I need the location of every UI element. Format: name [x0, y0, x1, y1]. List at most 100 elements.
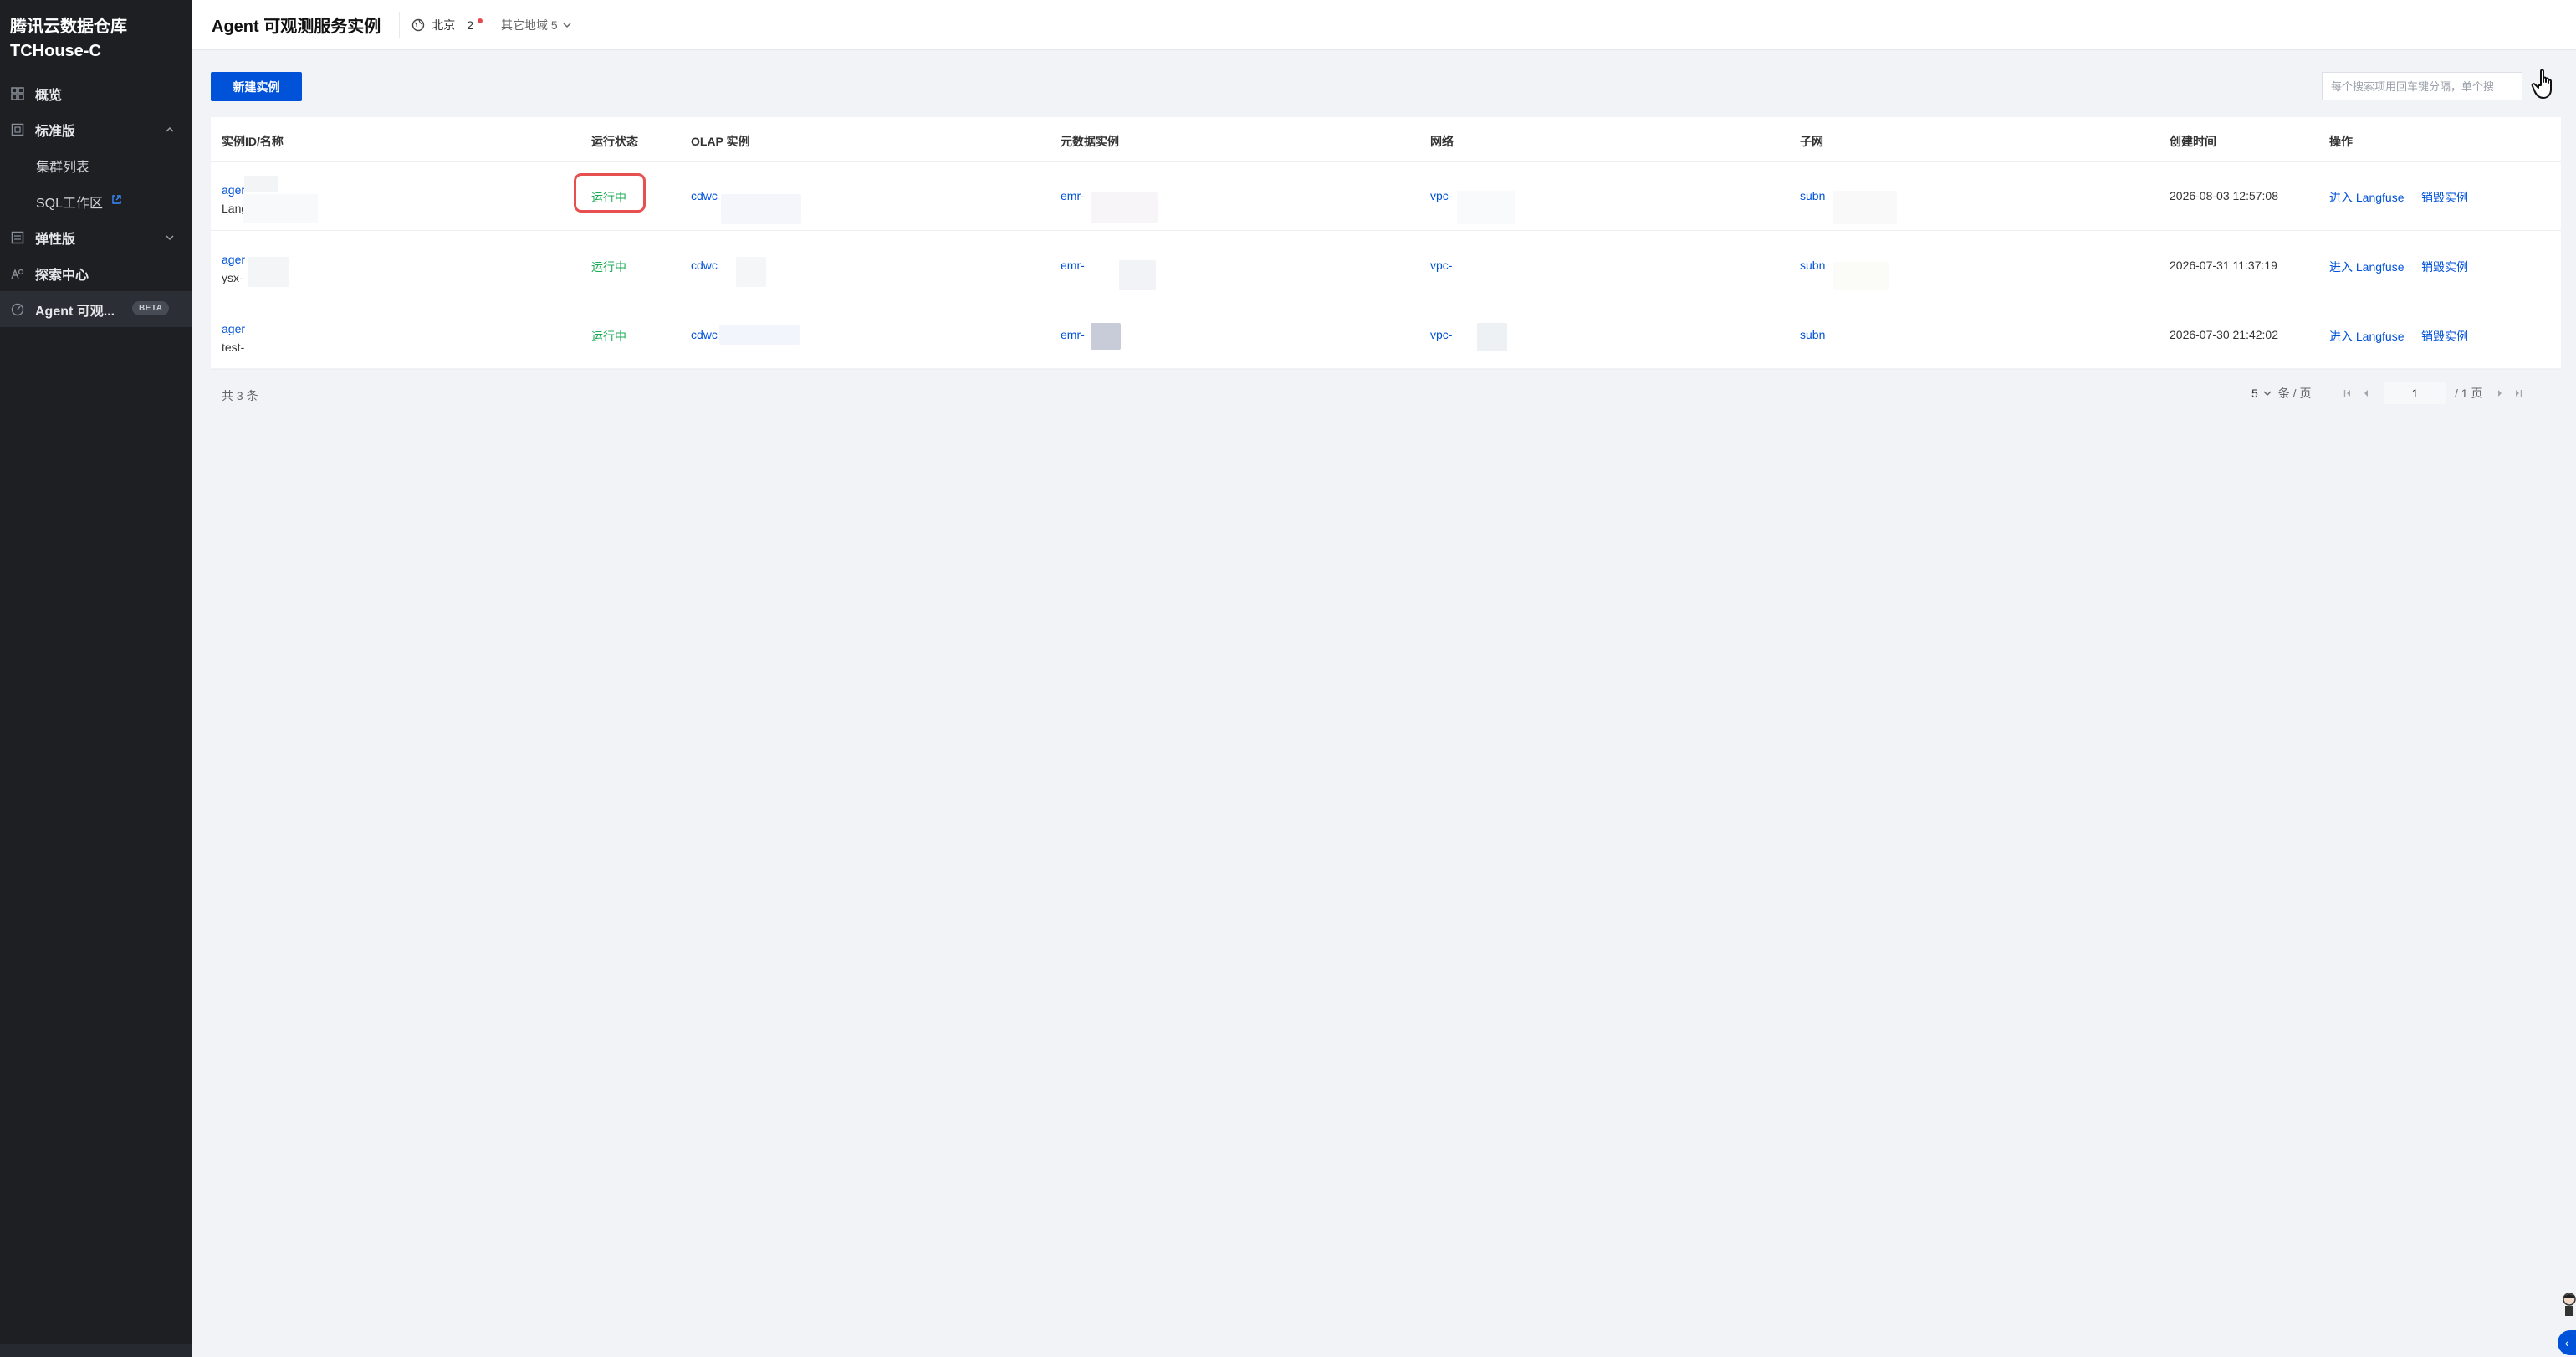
- instance-name: ysx-: [222, 271, 243, 284]
- header-subnet: 子网: [1800, 135, 1823, 148]
- instance-table: 实例ID/名称 运行状态 OLAP 实例 元数据实例 网络 子网 创建时间 操作…: [211, 117, 2561, 370]
- olap-instance-link[interactable]: cdwc: [691, 328, 718, 341]
- instance-id-link[interactable]: ager: [222, 320, 245, 338]
- sidebar-nav: 概览 标准版 集群列表 SQL工作区 弹性版 探索中心 Agent 可观... …: [0, 75, 192, 327]
- grid-icon: [10, 86, 25, 101]
- create-instance-button[interactable]: 新建实例: [211, 72, 302, 101]
- vpc-link[interactable]: vpc-: [1430, 328, 1452, 341]
- region-selector[interactable]: 北京 2: [399, 11, 483, 38]
- hand-cursor-icon: [2531, 67, 2559, 100]
- created-time: 2026-08-03 12:57:08: [2170, 189, 2278, 202]
- sidebar-item-label: SQL工作区: [36, 196, 104, 211]
- search-input[interactable]: [2322, 72, 2522, 100]
- status-badge: 运行中: [591, 191, 626, 204]
- sidebar-item-label: 探索中心: [35, 268, 89, 283]
- last-page-icon[interactable]: [2509, 382, 2527, 404]
- vpc-link[interactable]: vpc-: [1430, 189, 1452, 202]
- table-row: ager test- 运行中 cdwc emr- vpc- subn 2026-…: [211, 301, 2561, 370]
- sidebar-item-label: 集群列表: [36, 160, 90, 175]
- redacted-block: [721, 194, 801, 224]
- olap-instance-link[interactable]: cdwc: [691, 189, 718, 202]
- explore-icon: [10, 266, 25, 281]
- table-row: ager Lang 运行中 cdwc emr- vpc- subn 2026-0…: [211, 162, 2561, 231]
- redacted-block: [1833, 191, 1897, 224]
- destroy-instance-link[interactable]: 销毁实例: [2421, 259, 2468, 275]
- stack-icon: [10, 230, 25, 245]
- created-time: 2026-07-31 11:37:19: [2170, 259, 2277, 272]
- redacted-block: [1091, 192, 1158, 223]
- page-size-unit: 条 / 页: [2277, 387, 2312, 400]
- table-row: ager ysx- 运行中 cdwc emr- vpc- subn 2026-0…: [211, 232, 2561, 300]
- chevron-left-icon[interactable]: ‹: [2558, 1330, 2576, 1355]
- sidebar-footer: [0, 1344, 192, 1357]
- redacted-block: [244, 176, 278, 192]
- header-created: 创建时间: [2170, 135, 2216, 148]
- chevron-down-icon: [563, 21, 571, 29]
- metadata-instance-link[interactable]: emr-: [1061, 328, 1085, 341]
- sidebar-item-elastic[interactable]: 弹性版: [0, 219, 192, 255]
- region-label: 北京: [432, 18, 456, 32]
- redacted-block: [1457, 191, 1515, 224]
- instance-id-name: ager ysx-: [222, 250, 245, 287]
- metadata-instance-link[interactable]: emr-: [1061, 189, 1085, 202]
- brand-product: TCHouse-C: [10, 42, 101, 60]
- first-page-icon[interactable]: [2338, 382, 2357, 404]
- globe-icon: [411, 18, 425, 32]
- destroy-instance-link[interactable]: 销毁实例: [2421, 328, 2468, 345]
- sidebar: 腾讯云数据仓库 TCHouse-C 概览 标准版 集群列表 SQL工作区 弹性版…: [0, 0, 192, 1357]
- olap-instance-link[interactable]: cdwc: [691, 259, 718, 272]
- page-number-input[interactable]: [2384, 382, 2446, 404]
- enter-langfuse-link[interactable]: 进入 Langfuse: [2329, 328, 2405, 345]
- subnet-link[interactable]: subn: [1800, 259, 1825, 272]
- chevron-down-icon: [2263, 389, 2272, 397]
- table-header: 实例ID/名称 运行状态 OLAP 实例 元数据实例 网络 子网 创建时间 操作: [211, 117, 2561, 162]
- header-id-name: 实例ID/名称: [222, 135, 284, 148]
- destroy-instance-link[interactable]: 销毁实例: [2421, 189, 2468, 206]
- sidebar-item-label: 标准版: [35, 124, 76, 139]
- created-time: 2026-07-30 21:42:02: [2170, 328, 2278, 341]
- assistant-avatar-icon[interactable]: [2558, 1291, 2576, 1318]
- sidebar-item-cluster-list[interactable]: 集群列表: [0, 147, 192, 183]
- sidebar-item-overview[interactable]: 概览: [0, 75, 192, 111]
- enter-langfuse-link[interactable]: 进入 Langfuse: [2329, 189, 2405, 206]
- page-size-selector[interactable]: 5 条 / 页: [2251, 381, 2311, 406]
- gauge-icon: [10, 302, 25, 317]
- page-size-value: 5: [2251, 387, 2258, 400]
- sidebar-item-standard[interactable]: 标准版: [0, 111, 192, 147]
- next-page-icon[interactable]: [2491, 382, 2509, 404]
- subnet-link[interactable]: subn: [1800, 328, 1825, 341]
- header-olap: OLAP 实例: [691, 135, 750, 148]
- sidebar-item-explore[interactable]: 探索中心: [0, 255, 192, 291]
- redacted-block: [1477, 323, 1507, 351]
- brand: 腾讯云数据仓库 TCHouse-C: [0, 0, 192, 64]
- subnet-link[interactable]: subn: [1800, 189, 1825, 202]
- redacted-block: [719, 325, 800, 345]
- sidebar-item-label: 概览: [35, 88, 63, 103]
- vpc-link[interactable]: vpc-: [1430, 259, 1452, 272]
- redacted-block: [248, 257, 289, 287]
- notification-dot: [478, 18, 483, 23]
- redacted-block: [243, 194, 318, 223]
- status-badge: 运行中: [591, 260, 626, 274]
- instance-id-link[interactable]: ager: [222, 250, 245, 269]
- header-metadata: 元数据实例: [1061, 135, 1119, 148]
- total-pages: / 1 页: [2455, 387, 2483, 400]
- sidebar-item-label: Agent 可观...: [35, 304, 115, 319]
- instance-id-name: ager test-: [222, 320, 245, 356]
- total-count: 共 3 条: [222, 389, 258, 402]
- chevron-down-icon: [166, 231, 174, 246]
- page-header: Agent 可观测服务实例 北京 2 其它地域 5: [192, 0, 2576, 50]
- header-status: 运行状态: [591, 135, 638, 148]
- copy-icon: [10, 122, 25, 137]
- prev-page-icon[interactable]: [2357, 382, 2375, 404]
- sidebar-item-sql-workspace[interactable]: SQL工作区: [0, 183, 192, 219]
- status-badge: 运行中: [591, 330, 626, 343]
- chevron-up-icon: [166, 123, 174, 138]
- sidebar-item-agent-observability[interactable]: Agent 可观... BETA: [0, 291, 192, 327]
- metadata-instance-link[interactable]: emr-: [1061, 259, 1085, 272]
- pagination: / 1 页: [2338, 381, 2527, 406]
- other-regions-dropdown[interactable]: 其它地域 5: [501, 17, 571, 33]
- external-link-icon: [111, 194, 122, 209]
- enter-langfuse-link[interactable]: 进入 Langfuse: [2329, 259, 2405, 275]
- region-count: 2: [467, 18, 474, 32]
